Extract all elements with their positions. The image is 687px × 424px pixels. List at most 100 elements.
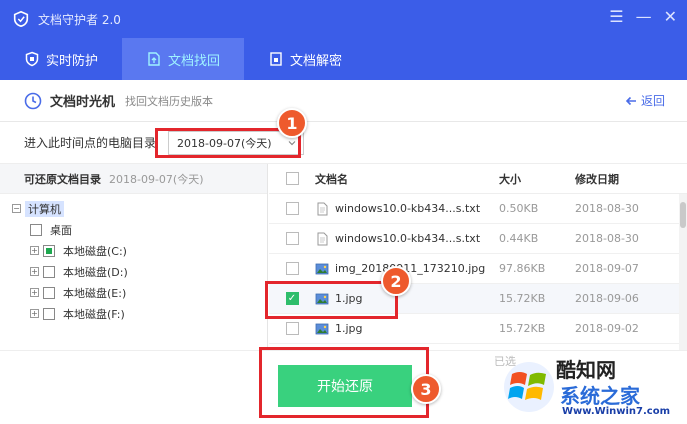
expand-icon[interactable]: + [30, 246, 39, 255]
expand-icon[interactable]: + [30, 288, 39, 297]
column-header-size: 大小 [499, 172, 521, 186]
menu-icon[interactable]: ☰ [609, 8, 623, 26]
document-decrypt-icon [270, 52, 282, 66]
table-row-selected[interactable]: ✓ 1.jpg 15.72KB 2018-09-06 [269, 284, 687, 314]
page-header: 文档时光机 找回文档历史版本 返回 [0, 80, 687, 122]
row-checkbox[interactable] [285, 322, 299, 335]
file-size: 0.50KB [499, 202, 539, 215]
checkbox[interactable] [43, 286, 55, 299]
step-marker-2: 2 [381, 266, 411, 296]
column-header-date: 修改日期 [575, 172, 619, 186]
image-file-icon [315, 263, 329, 274]
shield-icon [25, 51, 39, 67]
checkbox[interactable] [43, 265, 55, 278]
table-row[interactable]: windows10.0-kb434...s.txt 0.44KB 2018-08… [269, 224, 687, 254]
tree-node-drive-e[interactable]: + 本地磁盘(E:) [12, 282, 267, 303]
watermark: 酷知网 系统之家 Www.Winwin7.com [500, 352, 687, 424]
row-checkbox[interactable] [285, 202, 299, 215]
tree-node-desktop[interactable]: 桌面 [12, 219, 267, 240]
image-file-icon [315, 323, 329, 334]
tree-header-date: 2018-09-07(今天) [109, 172, 204, 186]
file-size: 97.86KB [499, 262, 546, 275]
file-date: 2018-08-30 [575, 202, 639, 215]
expand-icon[interactable]: + [30, 309, 39, 318]
page-subtitle: 找回文档历史版本 [125, 94, 214, 108]
title-bar: 文档守护者 2.0 ☰ — ✕ [0, 0, 687, 38]
image-file-icon [315, 293, 329, 304]
start-restore-button[interactable]: 开始还原 [278, 365, 412, 407]
tab-realtime-protection[interactable]: 实时防护 [0, 38, 122, 80]
page-title: 文档时光机 [50, 95, 116, 110]
table-header: 文档名 大小 修改日期 [269, 164, 687, 194]
checkbox[interactable] [43, 244, 55, 257]
file-date: 2018-09-07 [575, 262, 639, 275]
watermark-subtitle: 系统之家 [560, 384, 640, 408]
collapse-icon[interactable]: − [12, 204, 21, 213]
tab-label: 实时防护 [45, 53, 98, 69]
file-name: windows10.0-kb434...s.txt [335, 232, 481, 245]
file-date: 2018-08-30 [575, 232, 639, 245]
text-file-icon [317, 232, 328, 245]
tree-node-drive-f[interactable]: + 本地磁盘(F:) [12, 303, 267, 324]
file-date: 2018-09-02 [575, 322, 639, 335]
minimize-icon[interactable]: — [636, 8, 652, 26]
tree-node-label: 本地磁盘(D:) [63, 265, 128, 279]
watermark-url: Www.Winwin7.com [562, 406, 671, 417]
table-scrollbar[interactable] [679, 194, 687, 350]
tab-label: 文档解密 [289, 53, 342, 69]
file-size: 15.72KB [499, 322, 546, 335]
date-value: 2018-09-07(今天) [177, 136, 272, 150]
select-all-checkbox[interactable] [285, 172, 299, 185]
close-icon[interactable]: ✕ [664, 8, 677, 26]
file-table: 文档名 大小 修改日期 windows10.0-kb434...s.txt 0.… [269, 164, 687, 350]
tree-header-title: 可还原文档目录 [24, 172, 101, 186]
table-row[interactable]: img_20180911_173210.jpg 97.86KB 2018-09-… [269, 254, 687, 284]
tab-label: 文档找回 [167, 53, 220, 69]
file-date: 2018-09-06 [575, 292, 639, 305]
directory-tree-pane: 可还原文档目录 2018-09-07(今天) − 计算机 桌面 + 本地磁盘(C… [0, 164, 268, 350]
tree-node-label: 桌面 [50, 223, 72, 237]
window-controls: ☰ — ✕ [609, 8, 677, 26]
tab-document-recovery[interactable]: 文档找回 [122, 38, 244, 80]
tab-document-decrypt[interactable]: 文档解密 [244, 38, 366, 80]
file-name: windows10.0-kb434...s.txt [335, 202, 481, 215]
checkbox[interactable] [43, 307, 55, 320]
watermark-title: 酷知网 [556, 358, 616, 382]
row-checkbox[interactable] [285, 262, 299, 275]
file-name: img_20180911_173210.jpg [335, 262, 486, 275]
file-name: 1.jpg [335, 322, 363, 335]
chevron-down-icon [288, 140, 296, 145]
directory-tree: − 计算机 桌面 + 本地磁盘(C:) + 本地磁盘(D:) + 本地磁盘(E:… [0, 194, 267, 324]
date-selector-row: 进入此时间点的电脑目录 2018-09-07(今天) [0, 122, 687, 164]
text-file-icon [317, 202, 328, 215]
file-size: 15.72KB [499, 292, 546, 305]
file-name: 1.jpg [335, 292, 363, 305]
table-row[interactable]: windows10.0-kb434...s.txt 0.50KB 2018-08… [269, 194, 687, 224]
app-title: 文档守护者 2.0 [38, 12, 121, 27]
tree-header: 可还原文档目录 2018-09-07(今天) [0, 164, 267, 194]
file-size: 0.44KB [499, 232, 539, 245]
date-selector-label: 进入此时间点的电脑目录 [24, 136, 157, 150]
clock-icon [24, 92, 42, 109]
tree-node-drive-c[interactable]: + 本地磁盘(C:) [12, 240, 267, 261]
tree-node-computer[interactable]: − 计算机 [12, 198, 267, 219]
expand-icon[interactable]: + [30, 267, 39, 276]
step-marker-3: 3 [411, 374, 441, 404]
tree-node-label: 本地磁盘(E:) [63, 286, 127, 300]
document-restore-icon [148, 52, 160, 66]
scrollbar-thumb[interactable] [680, 202, 686, 228]
tree-node-label: 计算机 [25, 200, 64, 217]
windows-logo-icon [504, 362, 554, 412]
arrow-left-icon [625, 96, 636, 105]
tree-node-drive-d[interactable]: + 本地磁盘(D:) [12, 261, 267, 282]
table-row[interactable]: 1.jpg 15.72KB 2018-09-02 [269, 314, 687, 344]
back-label: 返回 [640, 94, 665, 108]
main-tabs: 实时防护 文档找回 文档解密 [0, 38, 687, 80]
tree-node-label: 本地磁盘(C:) [63, 244, 127, 258]
row-checkbox[interactable] [285, 232, 299, 245]
back-button[interactable]: 返回 [625, 92, 665, 109]
checkbox[interactable] [30, 223, 42, 236]
row-checkbox-checked[interactable]: ✓ [285, 292, 299, 305]
step-marker-1: 1 [277, 108, 307, 138]
tree-node-label: 本地磁盘(F:) [63, 307, 125, 321]
